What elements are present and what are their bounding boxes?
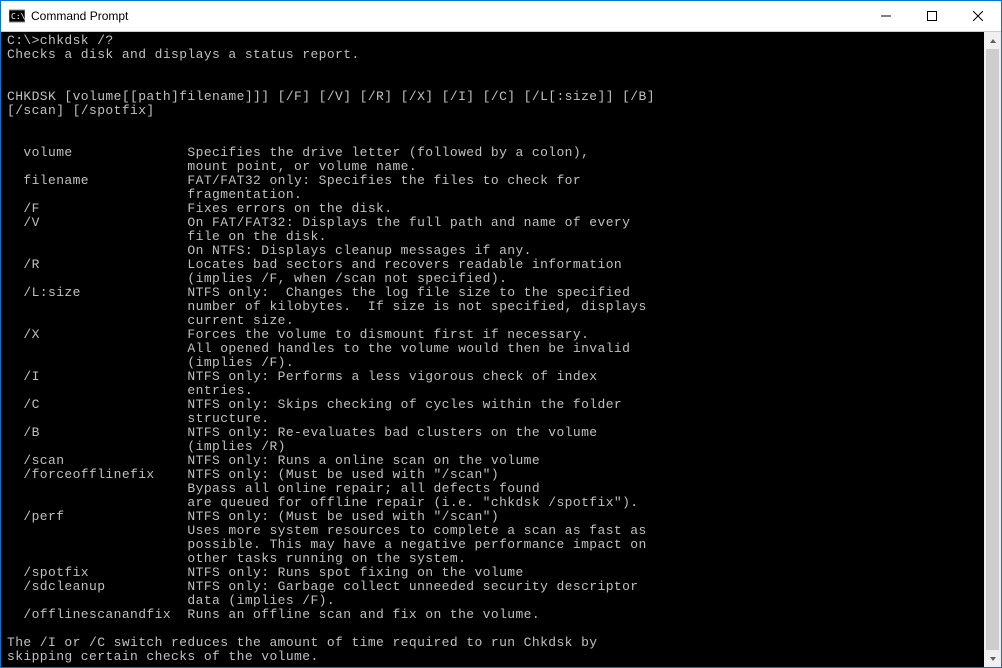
scrollbar-thumb[interactable] [986,49,999,650]
svg-text:C:\: C:\ [11,12,25,21]
window-title: Command Prompt [31,9,128,23]
scroll-down-button[interactable] [984,650,1001,667]
cmd-icon: C:\ [9,8,25,24]
terminal-output[interactable]: C:\>chkdsk /? Checks a disk and displays… [1,32,984,667]
maximize-button[interactable] [909,1,955,31]
scrollbar-track[interactable] [984,49,1001,650]
close-button[interactable] [955,1,1001,31]
vertical-scrollbar[interactable] [984,32,1001,667]
scroll-up-button[interactable] [984,32,1001,49]
terminal-area: C:\>chkdsk /? Checks a disk and displays… [1,32,1001,667]
minimize-button[interactable] [863,1,909,31]
titlebar[interactable]: C:\ Command Prompt [1,1,1001,32]
